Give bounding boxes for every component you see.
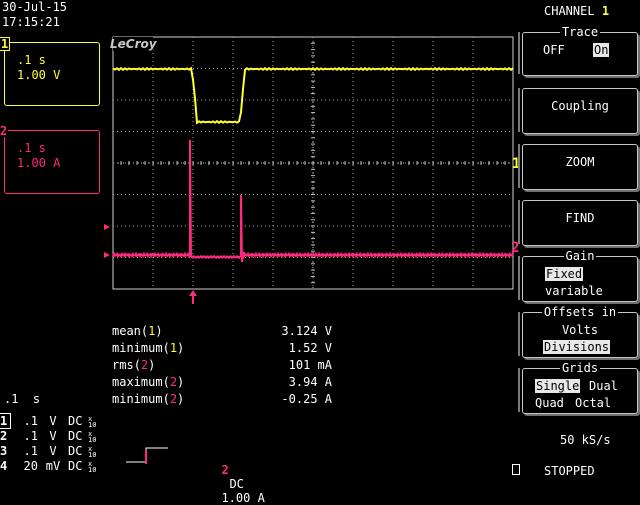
- menu-separator: [518, 256, 520, 300]
- grids-title: Grids: [559, 361, 601, 375]
- trace-menu-title: Trace: [559, 25, 601, 39]
- timebase-bottom: .1 s: [4, 392, 41, 406]
- zoom-button[interactable]: ZOOM: [522, 144, 638, 190]
- menu-separator: [518, 88, 520, 132]
- measurement-label: maximum(2): [112, 375, 185, 389]
- trigger-info: 2 DC 1.00 A: [207, 449, 265, 505]
- zoom-label: ZOOM: [565, 155, 595, 169]
- measurement-row: maximum(2) 3.94 A: [112, 375, 332, 392]
- measurement-label: minimum(1): [112, 341, 185, 355]
- measurement-label: minimum(2): [112, 392, 185, 406]
- lecroy-logo-text: LeCroy: [110, 37, 157, 51]
- bandwidth-icon: x 10: [88, 430, 97, 444]
- measurement-label: mean(1): [112, 324, 163, 338]
- grids-octal-option[interactable]: Octal: [575, 396, 611, 410]
- grids-dual-option[interactable]: Dual: [589, 379, 618, 393]
- grids-menu-button[interactable]: Grids Single Dual Quad Octal: [522, 361, 638, 414]
- channel2-offset-marker: [104, 252, 110, 258]
- channel-summary-row: 2.1 V DC x 10: [0, 429, 97, 444]
- measurement-value: 3.94 A: [288, 375, 332, 389]
- trigger-edge-icon: [126, 447, 168, 464]
- gain-fixed-option[interactable]: Fixed: [545, 267, 584, 281]
- trace-off-option[interactable]: OFF: [543, 43, 565, 57]
- acquisition-indicator-icon: [512, 464, 520, 475]
- bandwidth-icon: x 10: [88, 415, 97, 429]
- find-label: FIND: [565, 211, 595, 225]
- offsets-volts-option[interactable]: Volts: [523, 323, 637, 337]
- gain-title: Gain: [563, 249, 597, 263]
- menu-separator: [518, 32, 520, 74]
- menu-separator: [518, 312, 520, 356]
- channel-title-number: 1: [601, 4, 610, 18]
- offsets-title: Offsets in: [541, 305, 619, 319]
- menu-separator: [518, 200, 520, 244]
- channel-summary-row: 4 20 mV DC x 10: [0, 459, 97, 474]
- trace-menu-button[interactable]: Trace OFF On: [522, 25, 638, 76]
- grids-quad-option[interactable]: Quad: [535, 396, 564, 410]
- trigger-level: 1.00 A: [221, 491, 265, 505]
- gain-variable-option[interactable]: variable: [545, 284, 603, 298]
- bandwidth-icon: x 10: [88, 460, 97, 474]
- menu-separator: [518, 368, 520, 412]
- measurement-row: mean(1) 3.124 V: [112, 324, 332, 341]
- trace-on-option[interactable]: On: [593, 43, 610, 57]
- gain-menu-button[interactable]: Gain Fixed variable: [522, 249, 638, 302]
- offsets-menu-button[interactable]: Offsets in Volts Divisions: [522, 305, 638, 358]
- grids-single-option[interactable]: Single: [535, 379, 581, 393]
- measurement-value: 101 mA: [288, 358, 332, 372]
- measurement-row: minimum(1) 1.52 V: [112, 341, 332, 358]
- coupling-label: Coupling: [551, 99, 609, 113]
- bandwidth-icon: x 10: [88, 445, 97, 459]
- trigger-channel: 2: [221, 463, 229, 477]
- measurement-row: rms(2) 101 mA: [112, 358, 332, 375]
- menu-separator: [518, 144, 520, 188]
- channel1-offset-marker: [104, 224, 110, 230]
- channel-title-text: CHANNEL: [544, 4, 595, 18]
- status-label: STOPPED: [544, 464, 595, 478]
- measurement-label: rms(2): [112, 358, 156, 372]
- measurement-value: 3.124 V: [281, 324, 332, 338]
- measurement-value: -0.25 A: [281, 392, 332, 406]
- channel-summary-row: 3.1 V DC x 10: [0, 444, 97, 459]
- offsets-divisions-option[interactable]: Divisions: [543, 340, 611, 354]
- trigger-position-marker: [189, 290, 197, 304]
- trigger-coupling: DC: [229, 477, 244, 491]
- coupling-button[interactable]: Coupling: [522, 88, 638, 134]
- display-grid: [112, 36, 514, 290]
- measurement-row: minimum(2) -0.25 A: [112, 392, 332, 409]
- menu-channel-title: CHANNEL 1: [544, 3, 609, 19]
- find-button[interactable]: FIND: [522, 200, 638, 246]
- measurement-value: 1.52 V: [288, 341, 332, 355]
- channel1-trace: [112, 66, 514, 125]
- sample-rate: 50 kS/s: [560, 433, 611, 447]
- channel-summary-row: 1.1 V DC x 10: [0, 413, 97, 429]
